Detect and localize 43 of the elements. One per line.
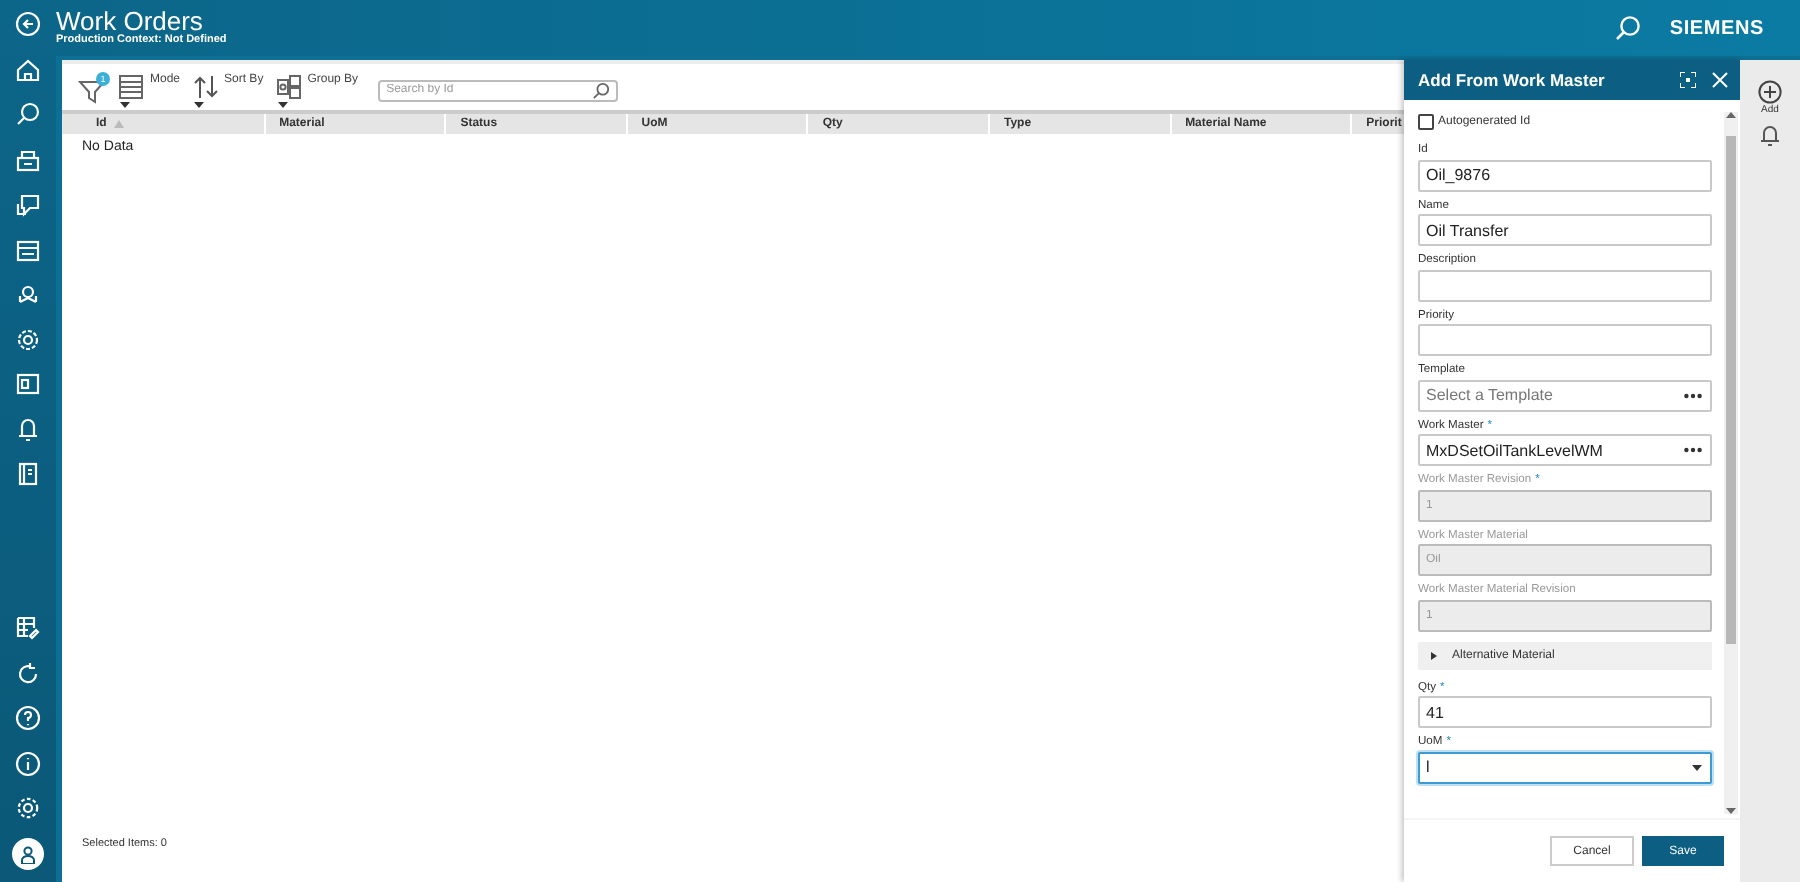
- caret-icon: [277, 102, 288, 108]
- more-icon[interactable]: [1684, 447, 1702, 453]
- input-field[interactable]: 41: [1418, 696, 1712, 728]
- group-icon: [275, 74, 302, 100]
- input-field[interactable]: MxDSetOilTankLevelWM: [1418, 434, 1712, 466]
- checkbox[interactable]: [1418, 114, 1434, 130]
- panel-title: Add From Work Master: [1418, 70, 1607, 90]
- expand-icon[interactable]: [1680, 72, 1696, 88]
- search-icon[interactable]: [1613, 14, 1642, 42]
- dropdown-field[interactable]: l: [1418, 751, 1712, 783]
- cog-icon[interactable]: [14, 325, 42, 353]
- input-field[interactable]: Oil Transfer: [1418, 214, 1712, 246]
- help-icon[interactable]: [14, 704, 42, 732]
- bell-icon[interactable]: [1758, 124, 1782, 148]
- home-icon[interactable]: [14, 55, 42, 83]
- input-field[interactable]: [1418, 324, 1712, 356]
- filter-icon[interactable]: [78, 77, 106, 103]
- input-field[interactable]: [1418, 269, 1712, 301]
- input-field[interactable]: Select a Template: [1418, 379, 1712, 411]
- settings-icon[interactable]: [14, 794, 42, 822]
- brand-logo: SIEMENS: [1669, 17, 1764, 39]
- grid-edit-icon[interactable]: [14, 614, 42, 642]
- page-title: Work Orders: [56, 8, 203, 35]
- more-icon[interactable]: [1684, 392, 1702, 398]
- book-icon[interactable]: [14, 460, 42, 488]
- list-icon: [118, 74, 144, 100]
- close-icon[interactable]: [1712, 72, 1728, 88]
- sort-icon: [192, 74, 219, 100]
- panel-icon[interactable]: [14, 370, 42, 398]
- tray-icon[interactable]: [14, 235, 42, 263]
- caret-icon: [1692, 764, 1702, 770]
- search-icon[interactable]: [14, 100, 42, 128]
- scrollbar[interactable]: [1724, 112, 1738, 814]
- back-icon[interactable]: [14, 10, 42, 38]
- input-field[interactable]: Oil_9876: [1418, 159, 1712, 191]
- search-icon: [592, 81, 611, 99]
- caret-icon: [194, 102, 205, 108]
- info-icon[interactable]: [14, 749, 42, 777]
- scroll-up-icon[interactable]: [1726, 112, 1736, 118]
- caret-icon: [120, 102, 130, 108]
- refresh-icon[interactable]: [14, 659, 42, 687]
- scroll-down-icon[interactable]: [1726, 808, 1736, 814]
- user-avatar[interactable]: [12, 838, 44, 870]
